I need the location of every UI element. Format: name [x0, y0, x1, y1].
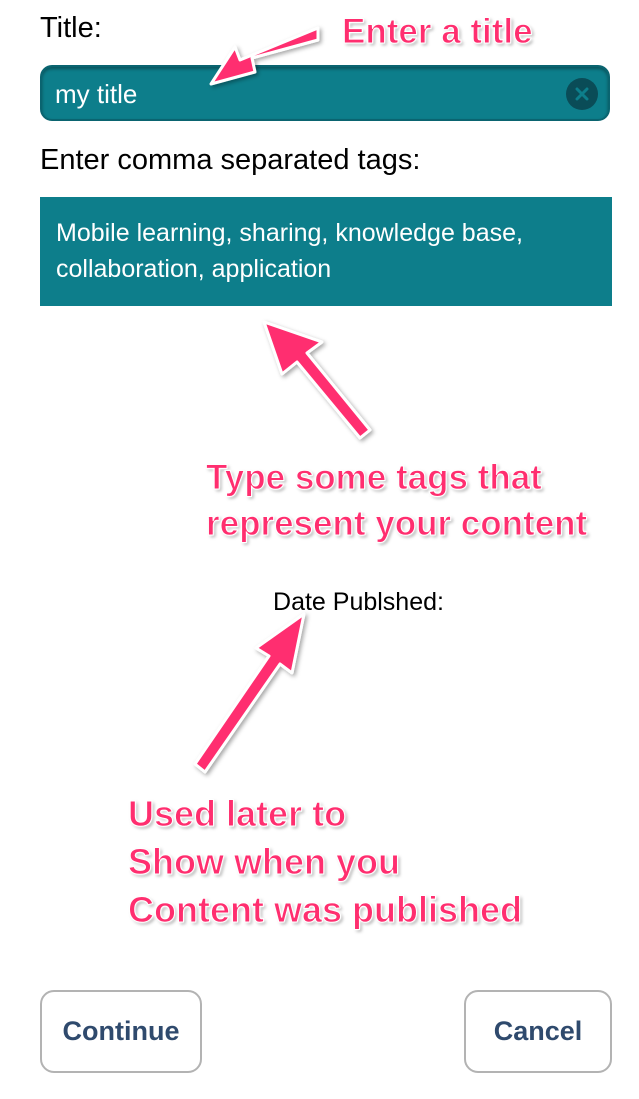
arrow-tags-icon — [262, 320, 372, 440]
annotation-title: Enter a title — [342, 12, 534, 52]
annotation-tags: Type some tags that represent your conte… — [205, 455, 588, 547]
annotation-line: Used later to — [127, 793, 347, 835]
arrow-title-icon — [209, 26, 320, 86]
annotation-line: Show when you — [127, 841, 401, 883]
annotation-line: represent your content — [205, 504, 588, 544]
annotation-arrow-icon — [193, 26, 372, 774]
annotation-line: Type some tags that — [205, 458, 542, 498]
annotation-date: Used later to Show when you Content was … — [127, 790, 523, 934]
arrow-date-icon — [193, 612, 306, 774]
annotation-line: Content was published — [127, 889, 523, 931]
